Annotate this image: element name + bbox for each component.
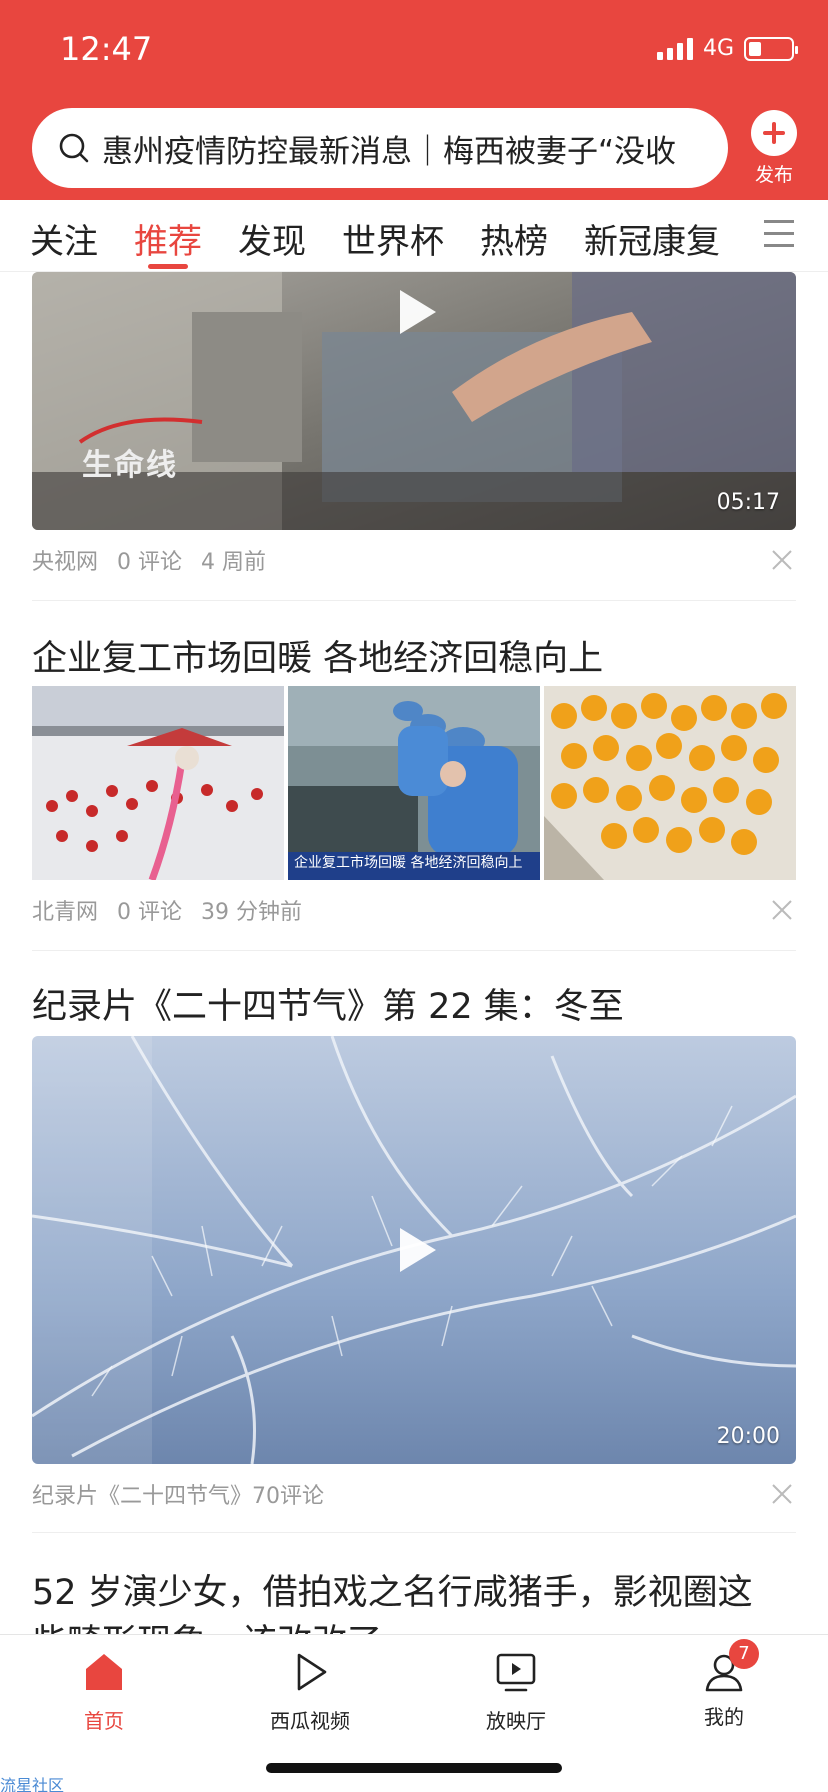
home-indicator	[266, 1763, 562, 1773]
tab-covid-recovery[interactable]: 新冠康复	[584, 214, 720, 263]
status-time: 12:47	[60, 30, 153, 68]
nav-label: 首页	[84, 1709, 124, 1733]
close-icon[interactable]	[770, 898, 794, 922]
divider	[32, 600, 796, 601]
home-icon	[86, 1654, 122, 1690]
article-meta: 北青网 0 评论 39 分钟前	[32, 894, 314, 926]
video-title[interactable]: 纪录片《二十四节气》第 22 集：冬至	[32, 978, 624, 1029]
top-header: 12:47 4G 惠州疫情防控最新消息｜梅西被妻子“没收 发布	[0, 0, 828, 200]
publish-time: 39 分钟前	[201, 900, 303, 925]
article-image-3[interactable]	[544, 686, 796, 880]
nav-label: 我的	[704, 1705, 744, 1729]
active-tab-indicator	[148, 264, 188, 269]
comment-count: 0 评论	[117, 550, 183, 575]
comment-count: 0 评论	[117, 900, 183, 925]
factory-workers-image	[288, 686, 540, 880]
plus-icon	[751, 110, 797, 156]
video-meta: 纪录片《二十四节气》70评论	[32, 1484, 324, 1509]
video-thumbnail[interactable]: 20:00	[32, 1036, 796, 1464]
article-title[interactable]: 企业复工市场回暖 各地经济回稳向上	[32, 630, 603, 681]
video-meta: 央视网 0 评论 4 周前	[32, 544, 278, 576]
tab-follow[interactable]: 关注	[30, 214, 98, 263]
signal-icon	[656, 37, 693, 60]
publish-button[interactable]: 发布	[748, 110, 800, 187]
divider	[32, 1532, 796, 1533]
article-image-1[interactable]	[32, 686, 284, 880]
play-outline-icon	[297, 1653, 327, 1691]
nav-home[interactable]: 首页	[34, 1649, 174, 1734]
watermark-text: 流星社区	[0, 1776, 65, 1792]
profile-icon-wrap: 7	[701, 1639, 759, 1695]
image-caption: 企业复工市场回暖 各地经济回稳向上	[294, 855, 523, 871]
search-suggestion-text: 惠州疫情防控最新消息｜梅西被妻子“没收	[102, 134, 677, 170]
status-indicators: 4G	[656, 36, 798, 61]
oranges-image	[544, 686, 796, 880]
nav-theater[interactable]: 放映厅	[446, 1649, 586, 1734]
screen-play-icon	[496, 1653, 536, 1692]
search-icon	[59, 133, 89, 163]
channel-tabs: 关注 推荐 发现 世界杯 热榜 新冠康复	[0, 200, 828, 272]
network-type: 4G	[702, 36, 734, 61]
tab-hot-list[interactable]: 热榜	[480, 214, 548, 263]
snow-festival-image	[32, 686, 284, 880]
news-feed: 生命线 05:17 央视网 0 评论 4 周前 企业复工市场回暖 各地经济回稳向…	[0, 272, 828, 1634]
play-icon[interactable]	[384, 282, 444, 342]
tab-world-cup[interactable]: 世界杯	[342, 214, 444, 263]
battery-icon	[744, 36, 798, 61]
article-title[interactable]: 52 岁演少女，借拍戏之名行咸猪手，影视圈这	[32, 1564, 753, 1615]
notification-badge: 7	[729, 1639, 759, 1669]
tab-discover[interactable]: 发现	[238, 214, 306, 263]
article-title-line2[interactable]: 些畸形现象，该改改了	[32, 1614, 382, 1634]
article-image-2[interactable]: 企业复工市场回暖 各地经济回稳向上	[288, 686, 540, 880]
close-icon[interactable]	[770, 1482, 794, 1506]
tab-recommend[interactable]: 推荐	[134, 214, 202, 263]
search-bar[interactable]: 惠州疫情防控最新消息｜梅西被妻子“没收	[32, 108, 728, 188]
nav-xigua-video[interactable]: 西瓜视频	[240, 1649, 380, 1734]
nav-label: 放映厅	[486, 1709, 546, 1733]
play-icon[interactable]	[384, 1220, 444, 1280]
close-icon[interactable]	[770, 548, 794, 572]
video-duration: 05:17	[716, 490, 780, 515]
publish-label: 发布	[754, 164, 793, 186]
nav-mine[interactable]: 7 我的	[654, 1639, 794, 1730]
channel-logo-text: 生命线	[82, 448, 178, 483]
video-thumbnail[interactable]: 生命线 05:17	[32, 272, 796, 530]
nav-label: 西瓜视频	[270, 1709, 350, 1733]
divider	[32, 950, 796, 951]
source-name: 央视网	[32, 550, 99, 575]
publish-time: 4 周前	[201, 550, 267, 575]
source-name: 北青网	[32, 900, 99, 925]
video-duration: 20:00	[716, 1424, 780, 1449]
channel-menu-icon[interactable]	[764, 220, 794, 248]
